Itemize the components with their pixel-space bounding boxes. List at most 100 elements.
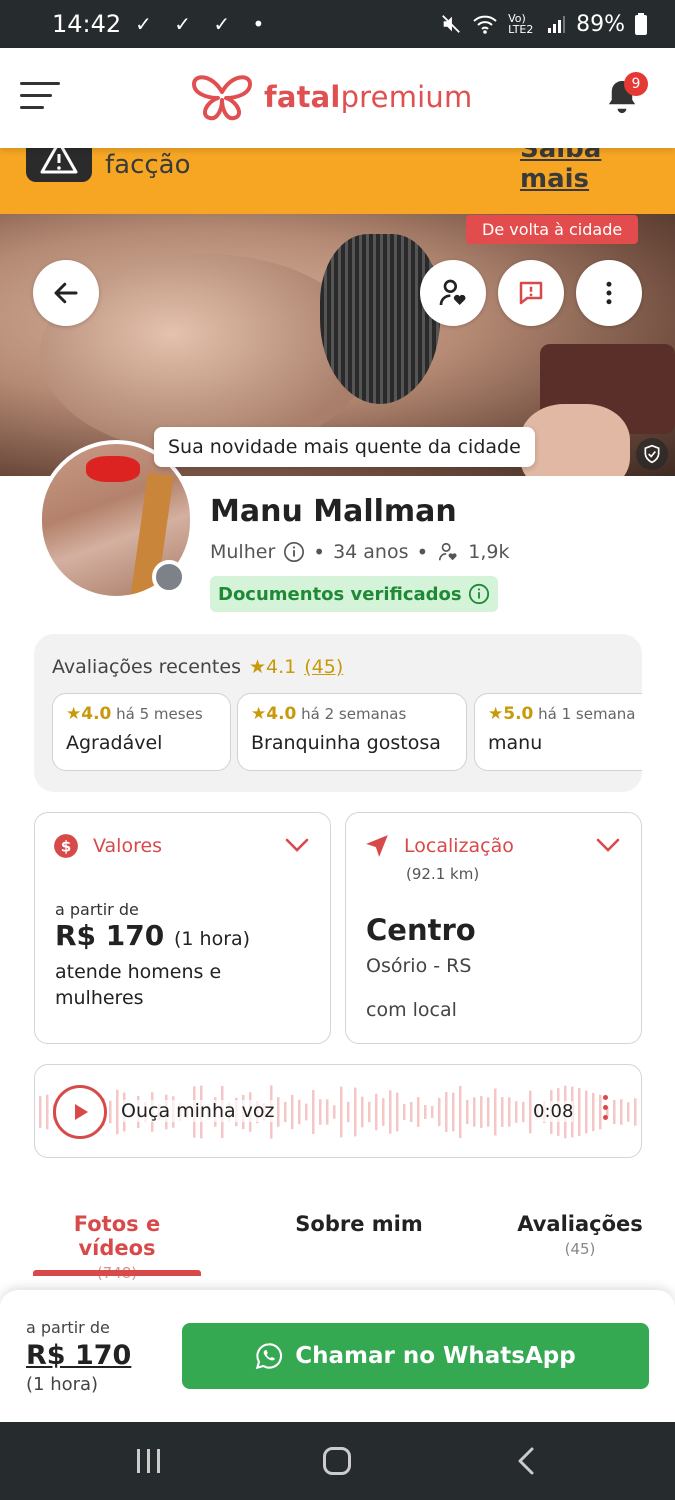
bottom-duration: (1 hora)	[26, 1374, 99, 1395]
location-card[interactable]: Localização (92.1 km) Centro Osório - RS…	[345, 812, 642, 1044]
active-tab-indicator	[33, 1270, 201, 1276]
back-button[interactable]	[33, 260, 99, 326]
waveform-bar	[585, 1090, 588, 1134]
info-icon[interactable]	[283, 541, 305, 563]
age-label: 34 anos	[333, 541, 409, 563]
waveform-bar	[410, 1102, 413, 1122]
recent-reviews: Avaliações recentes ★4.1 (45) ★4.0 há 5 …	[34, 634, 642, 792]
shield-badge	[636, 438, 668, 470]
voice-player: Ouça minha voz 0:08	[34, 1064, 642, 1158]
menu-icon[interactable]	[20, 82, 60, 112]
waveform-bar	[627, 1102, 630, 1122]
tab-reviews[interactable]: Avaliações (45)	[510, 1212, 650, 1258]
profile-meta: Mulher • 34 anos • 1,9k	[210, 540, 510, 564]
verified-badge[interactable]: Documentos verificados	[210, 576, 498, 612]
followers-count: 1,9k	[468, 541, 510, 563]
waveform-bar	[592, 1092, 595, 1132]
back-nav-icon[interactable]	[512, 1446, 542, 1476]
chevron-down-icon[interactable]	[595, 835, 621, 855]
dollar-circle-icon: $	[54, 834, 78, 858]
waveform-bar	[354, 1087, 357, 1137]
review-card[interactable]: ★4.0 há 5 meses Agradável	[52, 693, 231, 771]
waveform-bar	[46, 1094, 49, 1130]
chevron-down-icon[interactable]	[284, 835, 310, 855]
waveform-bar	[473, 1097, 476, 1127]
online-status-dot	[152, 560, 186, 594]
alert-banner: facção Saiba mais	[0, 148, 675, 214]
reviews-rating: ★4.1	[248, 656, 297, 678]
reviews-heading: Avaliações recentes	[52, 656, 241, 678]
waveform-bar	[277, 1097, 280, 1127]
play-icon	[75, 1104, 88, 1120]
waveform-bar	[620, 1099, 623, 1125]
battery-percent: 89%	[576, 11, 625, 37]
play-button[interactable]	[53, 1085, 107, 1139]
waveform-bar	[396, 1092, 399, 1132]
waveform-bar	[375, 1093, 378, 1131]
review-title: Branquinha gostosa	[251, 732, 441, 754]
follow-button[interactable]	[420, 260, 486, 326]
tab-about[interactable]: Sobre mim	[280, 1212, 438, 1240]
waveform-bar	[459, 1085, 462, 1139]
reviews-count-link[interactable]: (45)	[304, 656, 343, 678]
recent-apps-icon[interactable]	[134, 1446, 164, 1476]
waveform-bar	[466, 1099, 469, 1125]
values-title: Valores	[93, 835, 163, 857]
review-card[interactable]: ★5.0 há 1 semana manu	[474, 693, 642, 771]
waveform-bar	[508, 1097, 511, 1127]
waveform-bar	[347, 1101, 350, 1123]
waveform-bar	[291, 1094, 294, 1130]
whatsapp-label: Chamar no WhatsApp	[295, 1343, 576, 1369]
signal-icon	[548, 16, 566, 33]
home-icon[interactable]	[322, 1446, 352, 1476]
waveform-bar	[501, 1097, 504, 1127]
waveform-bar	[438, 1097, 441, 1127]
waveform-bar	[599, 1094, 602, 1130]
notification-badge: 9	[624, 72, 648, 96]
waveform-bar	[340, 1086, 343, 1138]
review-date: há 2 semanas	[301, 705, 407, 723]
voice-options-icon[interactable]	[603, 1095, 609, 1125]
waveform-bar	[634, 1098, 637, 1126]
waveform-bar	[312, 1089, 315, 1135]
mute-icon	[442, 15, 460, 33]
svg-text:$: $	[61, 837, 72, 855]
alert-text: facção	[105, 150, 191, 180]
location-arrow-icon	[366, 835, 388, 857]
notifications-button[interactable]: 9	[604, 72, 648, 120]
report-button[interactable]	[498, 260, 564, 326]
voice-duration: 0:08	[533, 1101, 574, 1122]
review-card[interactable]: ★4.0 há 2 semanas Branquinha gostosa	[237, 693, 467, 771]
waveform-bar	[480, 1096, 483, 1128]
tab-label: Avaliações	[517, 1212, 643, 1236]
waveform-bar	[522, 1101, 525, 1123]
bottom-price[interactable]: R$ 170	[26, 1340, 131, 1371]
waveform-bar	[109, 1100, 112, 1124]
bottom-from-label: a partir de	[26, 1318, 110, 1337]
waveform-bar	[417, 1097, 420, 1127]
waveform-bar	[326, 1099, 329, 1125]
tab-label: Fotos e vídeos	[73, 1212, 161, 1260]
whatsapp-button[interactable]: Chamar no WhatsApp	[182, 1323, 649, 1389]
waveform-bar	[368, 1101, 371, 1123]
gender-label: Mulher	[210, 541, 276, 563]
more-options-button[interactable]	[576, 260, 642, 326]
waveform-bar	[578, 1088, 581, 1136]
waveform-bar	[403, 1104, 406, 1120]
waveform-bar	[424, 1105, 427, 1119]
values-card[interactable]: $ Valores a partir de R$ 170 (1 hora) at…	[34, 812, 331, 1044]
shield-check-icon	[644, 444, 660, 464]
voice-label: Ouça minha voz	[121, 1100, 275, 1122]
status-right: Vo) LTE2 89%	[440, 12, 647, 37]
serves-label: atende homens e mulheres	[55, 961, 222, 1009]
waveform-bar	[305, 1103, 308, 1121]
alert-more-link[interactable]: Saiba mais	[520, 148, 675, 194]
waveform-bar	[494, 1088, 497, 1136]
status-check-icons: ✓ ✓ ✓ •	[135, 12, 273, 36]
review-title: manu	[488, 732, 543, 754]
review-date: há 1 semana	[538, 705, 636, 723]
logo[interactable]: fatalpremium	[190, 72, 472, 122]
waveform-bar	[319, 1099, 322, 1125]
review-date: há 5 meses	[116, 705, 203, 723]
waveform-bar	[515, 1101, 518, 1123]
